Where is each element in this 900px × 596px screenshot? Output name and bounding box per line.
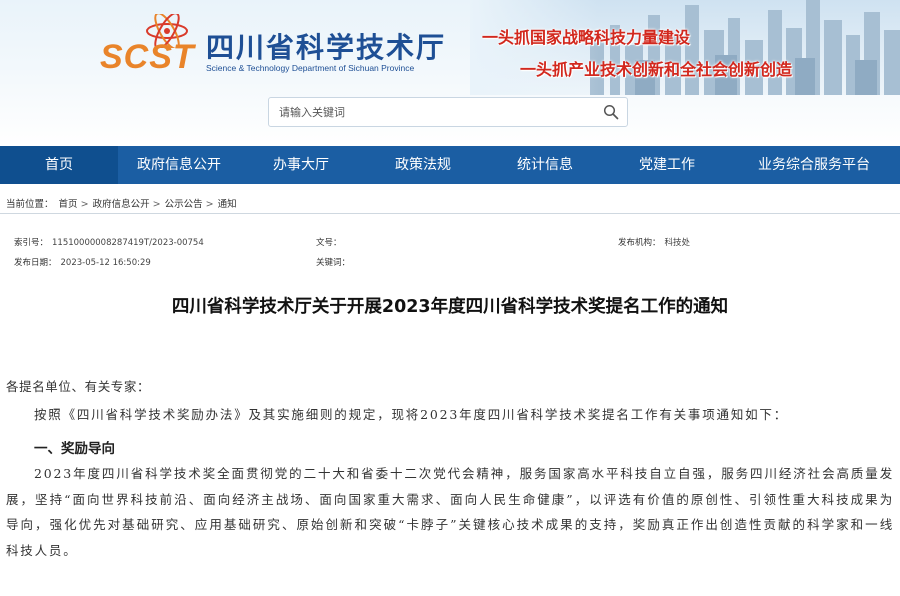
breadcrumb-separator: > <box>80 199 89 210</box>
meta-doc-no-label: 文号： <box>316 238 342 248</box>
nav-item-home[interactable]: 首页 <box>0 146 118 184</box>
meta-keywords-label: 关键词： <box>316 258 351 268</box>
slogan-line-2: 一头抓产业技术创新和全社会创新创造 <box>520 60 793 79</box>
breadcrumb-gov-info[interactable]: 政府信息公开 <box>93 199 150 210</box>
article-intro: 按照《四川省科学技术奖励办法》及其实施细则的规定，现将2023年度四川省科学技术… <box>34 407 789 422</box>
breadcrumb-separator: > <box>152 199 161 210</box>
search-input[interactable] <box>269 98 589 126</box>
nav-item-service-hall[interactable]: 办事大厅 <box>240 146 362 184</box>
breadcrumb: 当前位置： 首页 > 政府信息公开 > 公示公告 > 通知 <box>6 196 239 210</box>
site-title: 四川省科学技术厅 <box>206 31 447 64</box>
article-title: 四川省科学技术厅关于开展2023年度四川省科学技术奖提名工作的通知 <box>171 297 729 317</box>
breadcrumb-home[interactable]: 首页 <box>59 199 78 210</box>
breadcrumb-separator: > <box>205 199 214 210</box>
meta-publisher-value: 科技处 <box>664 238 691 248</box>
nav-item-party-building[interactable]: 党建工作 <box>606 146 728 184</box>
meta-publish-date: 发布日期： 2023-05-12 16:50:29 <box>14 256 151 268</box>
section-heading: 一、奖励导向 <box>34 441 115 457</box>
meta-publisher: 发布机构： 科技处 <box>618 236 690 248</box>
meta-date-value: 2023-05-12 16:50:29 <box>60 258 151 268</box>
slogan-line-1: 一头抓国家战略科技力量建设 <box>482 28 691 47</box>
breadcrumb-announcements[interactable]: 公示公告 <box>165 199 203 210</box>
breadcrumb-notices[interactable]: 通知 <box>218 199 237 210</box>
meta-keywords: 关键词： <box>316 256 354 268</box>
site-subtitle: Science & Technology Department of Sichu… <box>206 63 415 73</box>
site-header: SCST 四川省科学技术厅 Science & Technology Depar… <box>0 0 900 146</box>
article-paragraph: 2023年度四川省科学技术奖全面贯彻党的二十大和省委十二次党代会精神，服务国家高… <box>6 466 894 558</box>
logo-abbreviation: SCST <box>100 38 195 76</box>
nav-item-service-platform[interactable]: 业务综合服务平台 <box>728 146 900 184</box>
breadcrumb-prefix: 当前位置： <box>6 199 54 210</box>
meta-publisher-label: 发布机构： <box>618 238 661 248</box>
meta-index-value: 11510000008287419T/2023-00754 <box>52 238 204 248</box>
breadcrumb-divider <box>0 213 900 214</box>
nav-item-statistics[interactable]: 统计信息 <box>484 146 606 184</box>
meta-index-number: 索引号： 11510000008287419T/2023-00754 <box>14 236 204 248</box>
search-box <box>268 97 628 127</box>
article-salutation: 各提名单位、有关专家： <box>6 379 151 394</box>
nav-item-gov-info[interactable]: 政府信息公开 <box>118 146 240 184</box>
meta-index-label: 索引号： <box>14 238 49 248</box>
main-nav: 首页 政府信息公开 办事大厅 政策法规 统计信息 党建工作 业务综合服务平台 <box>0 146 900 184</box>
meta-doc-number: 文号： <box>316 236 346 248</box>
search-icon[interactable] <box>603 104 619 120</box>
meta-date-label: 发布日期： <box>14 258 57 268</box>
nav-item-policies[interactable]: 政策法规 <box>362 146 484 184</box>
site-logo[interactable]: SCST 四川省科学技术厅 Science & Technology Depar… <box>100 14 460 80</box>
